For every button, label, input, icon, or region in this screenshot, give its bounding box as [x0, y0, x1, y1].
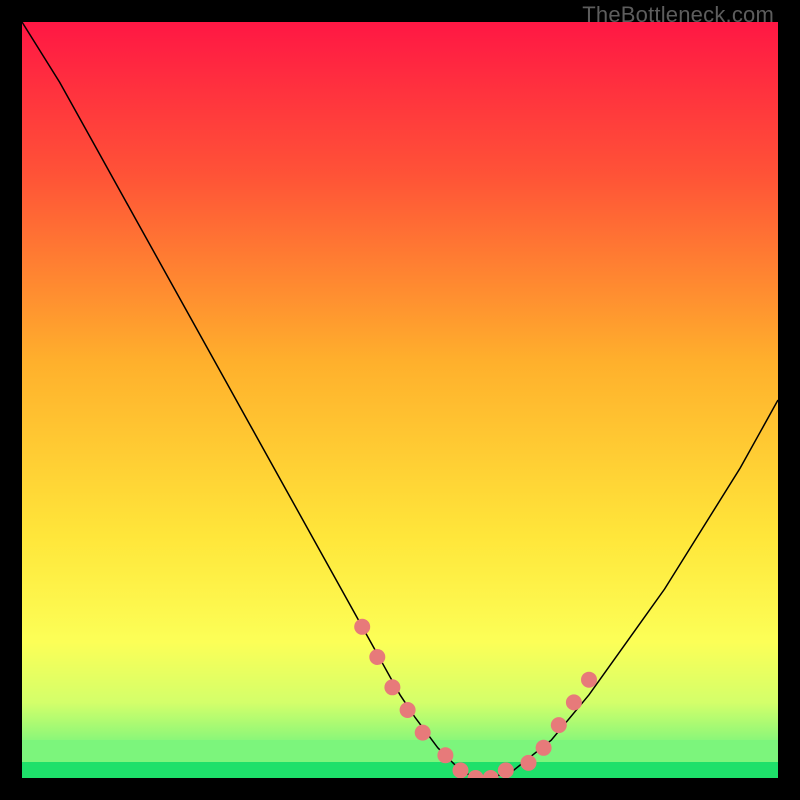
chart-frame [22, 22, 778, 778]
green-band-dark [22, 762, 778, 778]
highlight-dot [437, 747, 453, 763]
watermark-text: TheBottleneck.com [582, 2, 774, 28]
gradient-background [22, 22, 778, 778]
highlight-dot [498, 762, 514, 778]
highlight-dot [415, 725, 431, 741]
highlight-dot [566, 694, 582, 710]
highlight-dot [521, 755, 537, 771]
highlight-dot [354, 619, 370, 635]
highlight-dot [536, 740, 552, 756]
green-band [22, 740, 778, 762]
highlight-dot [400, 702, 416, 718]
highlight-dot [384, 679, 400, 695]
highlight-dot [453, 762, 469, 778]
bottleneck-chart [22, 22, 778, 778]
highlight-dot [369, 649, 385, 665]
highlight-dot [581, 672, 597, 688]
highlight-dot [551, 717, 567, 733]
